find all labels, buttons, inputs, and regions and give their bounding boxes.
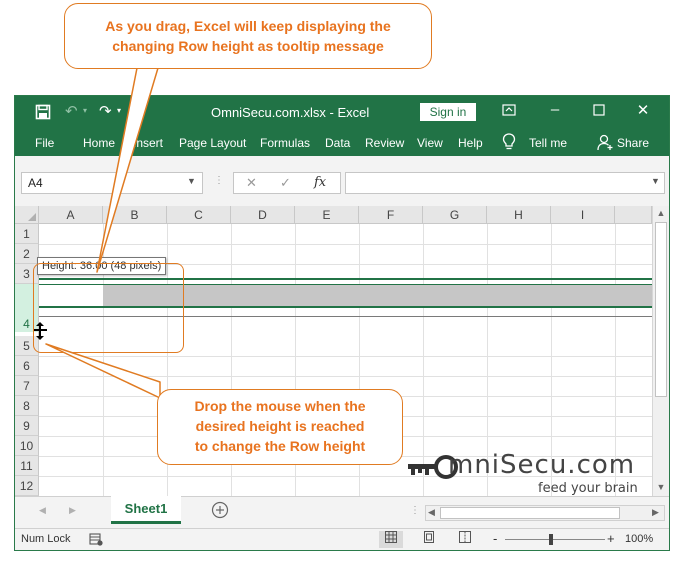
bottom-callout-line-3: to change the Row height (194, 438, 366, 454)
logo-tagline: feed your brain (538, 481, 638, 496)
top-callout: As you drag, Excel will keep displaying … (64, 3, 432, 69)
bottom-callout-line-1: Drop the mouse when the (194, 398, 366, 414)
omnisecu-logo: mniSecu.com feed your brain (406, 450, 646, 500)
bottom-callout: Drop the mouse when the desired height i… (157, 389, 403, 465)
logo-brand-text: mniSecu.com (448, 450, 636, 480)
top-callout-line-2: changing Row height as tooltip message (112, 38, 384, 54)
bottom-callout-line-2: desired height is reached (195, 418, 365, 434)
top-callout-pointer (96, 67, 159, 273)
bottom-callout-pointer (45, 343, 161, 399)
top-callout-line-1: As you drag, Excel will keep displaying … (105, 18, 391, 34)
